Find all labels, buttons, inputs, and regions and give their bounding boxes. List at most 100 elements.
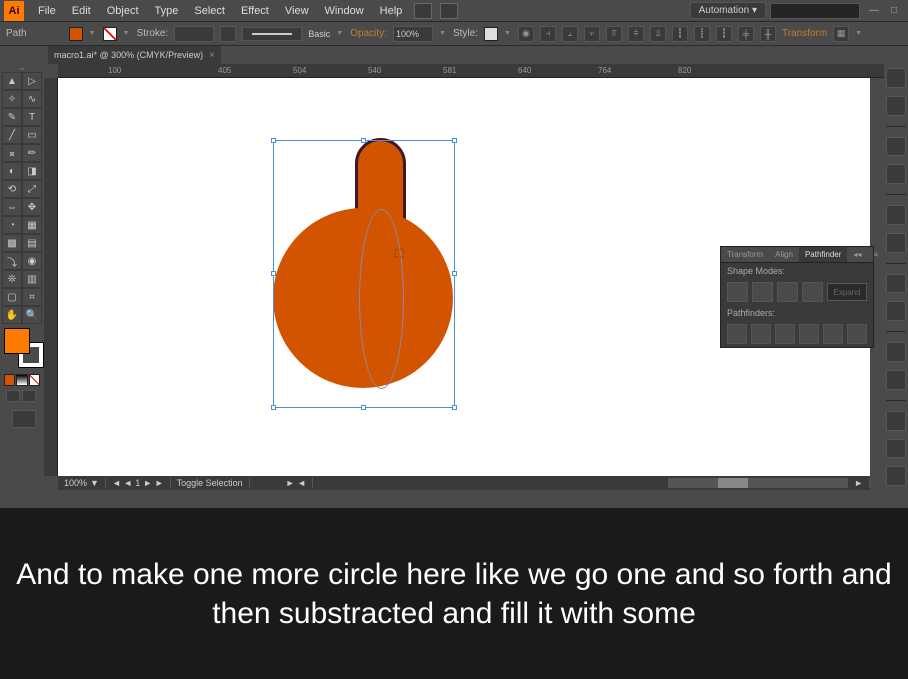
menu-select[interactable]: Select xyxy=(186,3,233,19)
fill-box[interactable] xyxy=(4,328,30,354)
zoom-display[interactable]: 100% ▼ xyxy=(58,478,106,488)
screen-mode-button[interactable] xyxy=(12,410,36,428)
workspace-switcher[interactable]: Automation ▾ xyxy=(690,2,766,19)
ctrl-more-icon[interactable]: ▼ xyxy=(855,27,863,41)
resize-handle[interactable] xyxy=(361,405,366,410)
panel-collapse-icon[interactable]: ◂◂ xyxy=(847,247,867,262)
panel-icon-stroke[interactable] xyxy=(886,205,906,225)
panel-menu-icon[interactable]: ≡ xyxy=(867,247,884,262)
eraser-tool[interactable]: ◨ xyxy=(22,162,42,180)
trim-button[interactable] xyxy=(751,324,771,344)
fill-dropdown-icon[interactable]: ▼ xyxy=(89,27,97,41)
variable-width-icon[interactable] xyxy=(220,26,236,42)
tab-pathfinder[interactable]: Pathfinder xyxy=(799,247,847,262)
opacity-dropdown-icon[interactable]: ▼ xyxy=(439,27,447,41)
style-dropdown-icon[interactable]: ▼ xyxy=(504,27,512,41)
outline-button[interactable] xyxy=(823,324,843,344)
close-tab-icon[interactable]: × xyxy=(209,50,215,61)
transform-link[interactable]: Transform xyxy=(782,28,827,39)
merge-button[interactable] xyxy=(775,324,795,344)
unite-button[interactable] xyxy=(727,282,748,302)
align-vcenter-icon[interactable]: ⫩ xyxy=(628,26,644,42)
pathfinder-panel[interactable]: Transform Align Pathfinder ◂◂ ≡ Shape Mo… xyxy=(720,246,874,348)
menu-effect[interactable]: Effect xyxy=(233,3,277,19)
document-tab[interactable]: macro1.ai* @ 300% (CMYK/Preview) × xyxy=(48,46,221,64)
perspective-tool[interactable]: ▦ xyxy=(22,216,42,234)
gradient-tool[interactable]: ▤ xyxy=(22,234,42,252)
tab-align[interactable]: Align xyxy=(769,247,799,262)
style-swatch[interactable] xyxy=(484,27,498,41)
distr-icon-2[interactable]: ┋ xyxy=(694,26,710,42)
vertical-ruler[interactable] xyxy=(44,78,58,476)
align-right-icon[interactable]: ⫟ xyxy=(584,26,600,42)
blob-brush-tool[interactable]: ◐ xyxy=(2,162,22,180)
artboard-nav[interactable]: ◄ ◄ 1 ► ► xyxy=(106,478,171,488)
stroke-swatch[interactable] xyxy=(103,27,117,41)
panel-icon-a[interactable] xyxy=(886,68,906,88)
intersect-button[interactable] xyxy=(777,282,798,302)
resize-handle[interactable] xyxy=(361,138,366,143)
fill-swatch[interactable] xyxy=(69,27,83,41)
menu-view[interactable]: View xyxy=(277,3,317,19)
column-graph-tool[interactable]: ▥ xyxy=(22,270,42,288)
panel-icon-artboards[interactable] xyxy=(886,301,906,321)
panel-icon-brushes[interactable] xyxy=(886,342,906,362)
resize-handle[interactable] xyxy=(271,271,276,276)
minimize-button[interactable]: — xyxy=(866,5,882,17)
type-tool[interactable]: T xyxy=(22,108,42,126)
fill-stroke-control[interactable] xyxy=(4,328,44,368)
scrollbar-thumb[interactable] xyxy=(718,478,748,488)
rotate-tool[interactable]: ⟲ xyxy=(2,180,22,198)
panel-icon-gradient[interactable] xyxy=(886,233,906,253)
pencil-tool[interactable]: ✏ xyxy=(22,144,42,162)
expand-button[interactable]: Expand xyxy=(827,283,867,301)
shape-builder-tool[interactable]: ◔ xyxy=(2,216,22,234)
maximize-button[interactable]: □ xyxy=(886,5,902,17)
crop-button[interactable] xyxy=(799,324,819,344)
panel-icon-b[interactable] xyxy=(886,96,906,116)
isolate-icon[interactable]: ▦ xyxy=(833,26,849,42)
resize-handle[interactable] xyxy=(271,405,276,410)
recolor-icon[interactable]: ◉ xyxy=(518,26,534,42)
align-top-icon[interactable]: ⫪ xyxy=(606,26,622,42)
horizontal-scrollbar[interactable] xyxy=(668,478,848,488)
pen-tool[interactable]: ✎ xyxy=(2,108,22,126)
magic-wand-tool[interactable]: ✧ xyxy=(2,90,22,108)
resize-handle[interactable] xyxy=(271,138,276,143)
panel-icon-layers[interactable] xyxy=(886,274,906,294)
status-nav[interactable]: ► ◄ xyxy=(280,478,313,488)
arrange-documents-icon[interactable] xyxy=(440,3,458,19)
panel-icon-graphic-styles[interactable] xyxy=(886,466,906,486)
distr-icon-1[interactable]: ┇ xyxy=(672,26,688,42)
color-mode-solid[interactable] xyxy=(4,374,15,386)
align-hcenter-icon[interactable]: ⫠ xyxy=(562,26,578,42)
color-mode-none[interactable] xyxy=(29,374,40,386)
resize-handle[interactable] xyxy=(452,138,457,143)
distr-icon-3[interactable]: ┇ xyxy=(716,26,732,42)
align-bottom-icon[interactable]: ⫫ xyxy=(650,26,666,42)
panel-icon-swatches[interactable] xyxy=(886,164,906,184)
panel-icon-color[interactable] xyxy=(886,137,906,157)
divide-button[interactable] xyxy=(727,324,747,344)
color-mode-gradient[interactable] xyxy=(16,374,27,386)
blend-tool[interactable]: ◉ xyxy=(22,252,42,270)
hand-tool[interactable]: ✋ xyxy=(2,306,22,324)
zoom-tool[interactable]: 🔍 xyxy=(22,306,42,324)
bridge-icon[interactable] xyxy=(414,3,432,19)
line-tool[interactable]: ╱ xyxy=(2,126,22,144)
brush-dropdown-icon[interactable]: ▼ xyxy=(336,27,344,41)
width-tool[interactable]: ⇔ xyxy=(2,198,22,216)
search-input[interactable] xyxy=(770,3,860,19)
panel-icon-symbols[interactable] xyxy=(886,370,906,390)
distr-icon-5[interactable]: ╫ xyxy=(760,26,776,42)
selection-tool[interactable]: ▲ xyxy=(2,72,22,90)
menu-type[interactable]: Type xyxy=(147,3,187,19)
menu-object[interactable]: Object xyxy=(99,3,147,19)
stroke-weight-input[interactable] xyxy=(174,26,214,42)
resize-handle[interactable] xyxy=(452,405,457,410)
resize-handle[interactable] xyxy=(452,271,457,276)
horizontal-ruler[interactable]: 100 405 504 540 581 640 764 820 xyxy=(58,64,884,78)
scroll-right-icon[interactable]: ► xyxy=(848,478,870,488)
mesh-tool[interactable]: ▩ xyxy=(2,234,22,252)
exclude-button[interactable] xyxy=(802,282,823,302)
